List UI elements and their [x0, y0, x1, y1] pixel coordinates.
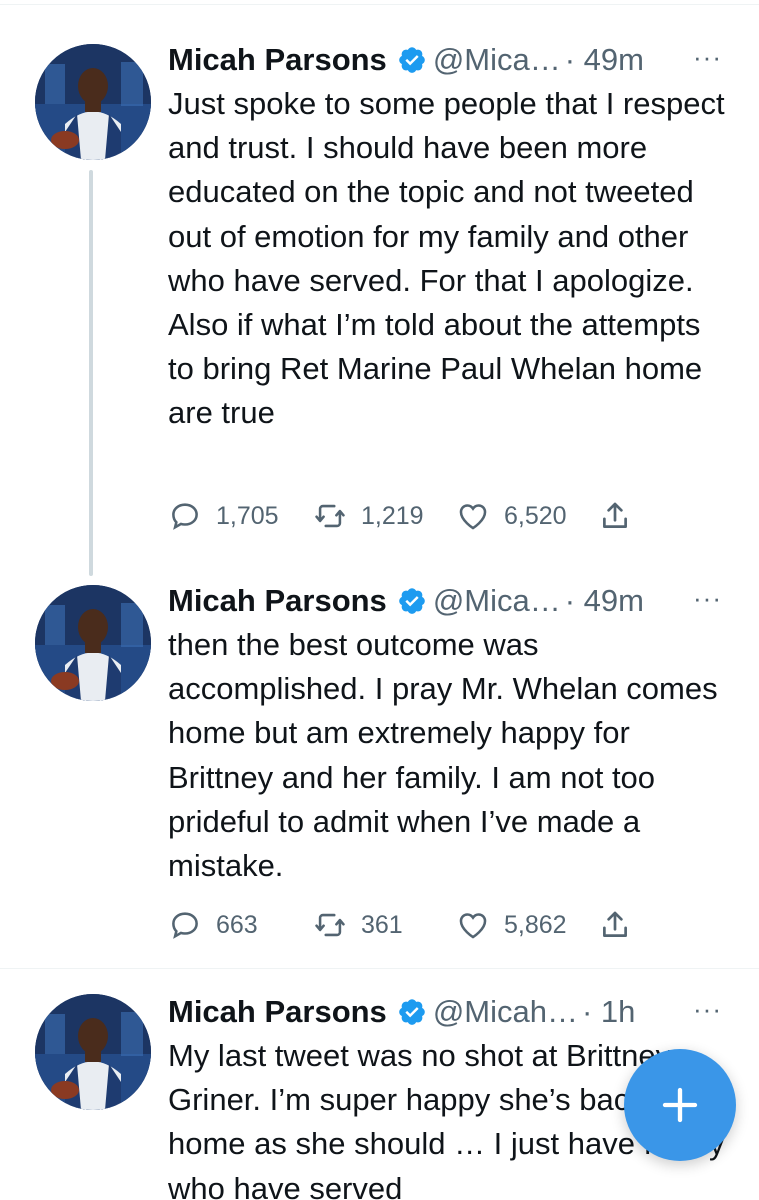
retweet-icon — [315, 913, 345, 937]
thread-line — [89, 170, 93, 576]
more-icon[interactable]: ··· — [693, 42, 722, 73]
avatar-image — [35, 44, 151, 160]
more-icon[interactable]: ··· — [693, 583, 722, 614]
reply-icon — [172, 912, 198, 939]
retweet-button[interactable]: 1,219 — [313, 496, 424, 536]
tweet-header: Micah Parsons @Micah… · 1h — [168, 992, 635, 1032]
like-count: 6,520 — [504, 501, 567, 530]
author-name[interactable]: Micah Parsons — [168, 42, 387, 78]
verified-badge-icon — [399, 588, 425, 614]
avatar[interactable] — [35, 585, 151, 701]
author-handle[interactable]: @Mica… — [433, 42, 561, 78]
tweet-text: Just spoke to some people that I respect… — [168, 86, 725, 431]
compose-tweet-button[interactable] — [624, 1049, 736, 1161]
like-icon — [459, 913, 487, 939]
share-icon — [603, 502, 627, 528]
avatar[interactable] — [35, 44, 151, 160]
like-count: 5,862 — [504, 910, 567, 939]
like-button[interactable]: 5,862 — [456, 905, 567, 945]
retweet-count: 361 — [361, 910, 403, 939]
share-button[interactable] — [598, 905, 646, 945]
more-icon[interactable]: ··· — [693, 994, 722, 1025]
reply-button[interactable]: 1,705 — [168, 496, 279, 536]
tweet-time[interactable]: · 49m — [565, 42, 644, 78]
like-icon — [459, 504, 487, 530]
reply-count: 663 — [216, 910, 258, 939]
like-button[interactable]: 6,520 — [456, 496, 567, 536]
author-name[interactable]: Micah Parsons — [168, 583, 387, 619]
share-button[interactable] — [598, 496, 646, 536]
avatar-image — [35, 585, 151, 701]
avatar-image — [35, 994, 151, 1110]
top-divider — [0, 4, 759, 5]
retweet-count: 1,219 — [361, 501, 424, 530]
share-icon — [603, 911, 627, 937]
retweet-icon — [315, 504, 345, 528]
tweet-time[interactable]: · 49m — [565, 583, 644, 619]
compose-plus-icon — [662, 1087, 698, 1123]
avatar[interactable] — [35, 994, 151, 1110]
reply-icon — [172, 503, 198, 530]
tweet-header: Micah Parsons @Mica… · 49m — [168, 581, 644, 621]
tweet-divider — [0, 968, 759, 969]
reply-button[interactable]: 663 — [168, 905, 258, 945]
author-handle[interactable]: @Mica… — [433, 583, 561, 619]
author-handle[interactable]: @Micah… — [433, 994, 578, 1030]
verified-badge-icon — [399, 47, 425, 73]
tweet-time[interactable]: · 1h — [582, 994, 635, 1030]
author-name[interactable]: Micah Parsons — [168, 994, 387, 1030]
reply-count: 1,705 — [216, 501, 279, 530]
verified-badge-icon — [399, 999, 425, 1025]
tweet-header: Micah Parsons @Mica… · 49m — [168, 40, 644, 80]
tweet-text: then the best outcome was accomplished. … — [168, 627, 718, 884]
retweet-button[interactable]: 361 — [313, 905, 403, 945]
